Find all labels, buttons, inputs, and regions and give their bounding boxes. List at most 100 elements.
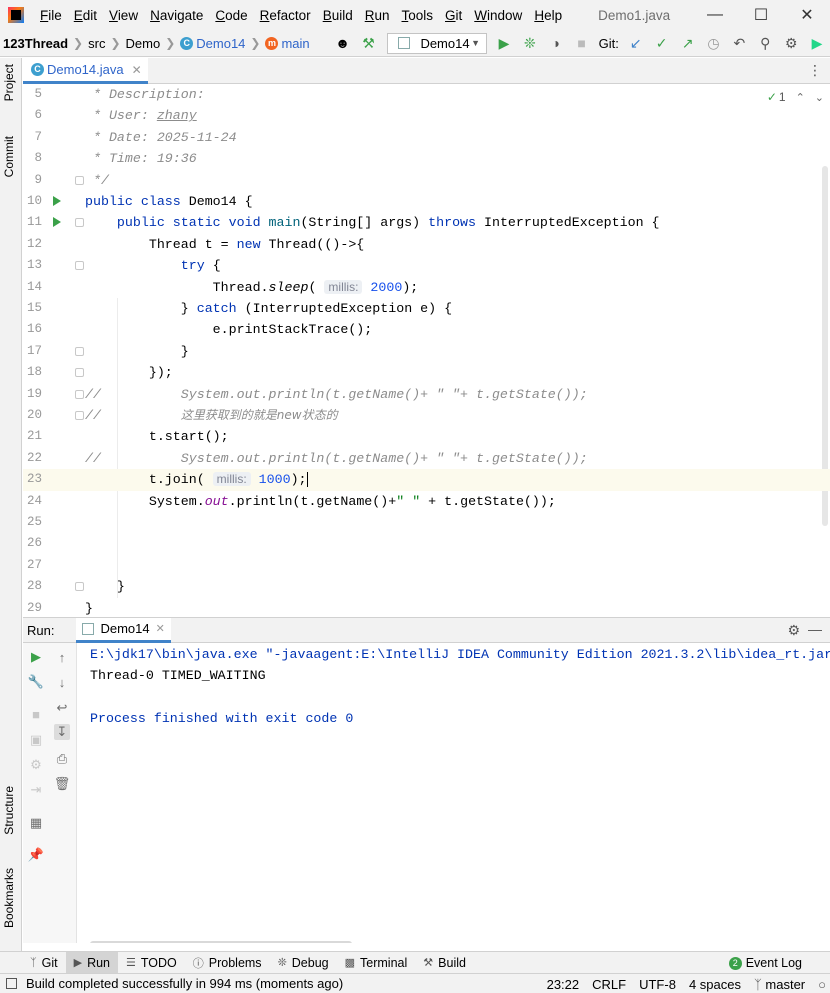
code-text: (InterruptedException e) { bbox=[244, 301, 453, 316]
arrow-down-icon[interactable]: ↓ bbox=[54, 674, 70, 690]
debug-icon[interactable]: ❊ bbox=[519, 32, 541, 54]
code-editor[interactable]: ✓ 1 ⌃ ⌄ 5 * Description: 6 * User: zhany… bbox=[23, 84, 830, 616]
user-icon[interactable]: ☻ bbox=[332, 32, 354, 54]
print-icon[interactable]: ⎙ bbox=[54, 751, 70, 767]
settings-gear-icon[interactable]: ⚙ bbox=[787, 622, 800, 639]
close-window-button[interactable]: ✕ bbox=[784, 0, 830, 30]
tool-window-run[interactable]: ▶ Run bbox=[65, 951, 118, 974]
line-number: 11 bbox=[26, 215, 42, 230]
status-message[interactable]: Build completed successfully in 994 ms (… bbox=[6, 976, 343, 991]
git-branch-widget[interactable]: ᛉ master bbox=[754, 977, 805, 992]
camera-icon[interactable]: ▣ bbox=[28, 732, 44, 748]
tool-window-git[interactable]: ᛉ Git bbox=[22, 952, 66, 974]
breadcrumb-class[interactable]: C Demo14 bbox=[180, 36, 245, 51]
file-encoding[interactable]: UTF-8 bbox=[639, 977, 676, 992]
settings-gear-icon[interactable]: ⚙ bbox=[780, 32, 802, 54]
console-line: Thread-0 TIMED_WAITING bbox=[90, 668, 266, 683]
menu-file[interactable]: File bbox=[34, 8, 68, 23]
arrow-up-icon[interactable]: ↑ bbox=[54, 649, 70, 665]
git-push-icon[interactable]: ↗ bbox=[677, 32, 699, 54]
wrench-icon[interactable]: 🔧 bbox=[28, 674, 44, 690]
coverage-icon[interactable]: ◑ bbox=[545, 32, 567, 54]
console-horizontal-scrollbar[interactable] bbox=[90, 941, 352, 943]
menu-edit[interactable]: Edit bbox=[68, 8, 103, 23]
breadcrumb-package[interactable]: Demo bbox=[126, 36, 161, 51]
console-output[interactable]: E:\jdk17\bin\java.exe "-javaagent:E:\Int… bbox=[78, 643, 830, 943]
editor-tab-demo14[interactable]: C Demo14.java ✕ bbox=[23, 58, 148, 84]
breadcrumb-src[interactable]: src bbox=[88, 36, 105, 51]
menu-view[interactable]: View bbox=[103, 8, 144, 23]
stop-icon[interactable]: ■ bbox=[571, 32, 593, 54]
stop-icon[interactable]: ■ bbox=[28, 706, 44, 722]
indent-setting[interactable]: 4 spaces bbox=[689, 977, 741, 992]
hammer-icon: ⚒ bbox=[423, 957, 434, 969]
breadcrumb-project[interactable]: 123Thread bbox=[0, 36, 68, 51]
git-update-icon[interactable]: ↙ bbox=[625, 32, 647, 54]
fold-marker-icon[interactable] bbox=[75, 261, 84, 271]
exit-icon[interactable]: ⇥ bbox=[28, 782, 44, 798]
menu-tools[interactable]: Tools bbox=[396, 8, 440, 23]
tool-window-debug[interactable]: ❊ Debug bbox=[270, 952, 337, 974]
run-gutter-icon[interactable] bbox=[53, 217, 61, 228]
fold-marker-icon[interactable] bbox=[75, 582, 84, 592]
tool-window-build[interactable]: ⚒ Build bbox=[415, 952, 474, 974]
lock-icon[interactable]: ○ bbox=[818, 977, 826, 992]
minimize-button[interactable]: — bbox=[692, 0, 738, 30]
breadcrumb-separator-icon: ❯ bbox=[165, 36, 176, 50]
code-text: main bbox=[268, 215, 301, 231]
menu-window[interactable]: Window bbox=[468, 8, 528, 23]
run-icon[interactable]: ▶ bbox=[493, 32, 515, 54]
menu-git[interactable]: Git bbox=[439, 8, 468, 23]
parameter-hint: millis: bbox=[212, 472, 251, 487]
menu-refactor[interactable]: Refactor bbox=[254, 8, 317, 23]
caret-position[interactable]: 23:22 bbox=[547, 977, 580, 992]
close-tab-icon[interactable]: ✕ bbox=[156, 622, 165, 635]
soft-wrap-icon[interactable]: ↩ bbox=[54, 700, 70, 716]
git-commit-icon[interactable]: ✓ bbox=[651, 32, 673, 54]
tool-tab-commit[interactable]: Commit bbox=[2, 136, 16, 177]
jetbrains-toolbox-icon[interactable]: ▶ bbox=[806, 32, 828, 54]
line-number: 6 bbox=[34, 108, 42, 123]
tool-window-todo[interactable]: ☰ TODO bbox=[118, 952, 185, 974]
rollback-icon[interactable]: ↶ bbox=[728, 32, 750, 54]
git-branch-icon: ᛉ bbox=[753, 976, 766, 992]
layout-icon[interactable]: ▦ bbox=[28, 815, 44, 831]
line-separator[interactable]: CRLF bbox=[592, 977, 626, 992]
run-configuration-select[interactable]: Demo14 ▼ bbox=[387, 32, 488, 54]
menu-navigate[interactable]: Navigate bbox=[144, 8, 209, 23]
search-icon[interactable]: ⚲ bbox=[754, 32, 776, 54]
pin-icon[interactable]: 📌 bbox=[28, 847, 44, 863]
breadcrumb-method[interactable]: m main bbox=[265, 36, 310, 51]
menu-run[interactable]: Run bbox=[359, 8, 396, 23]
run-tab-demo14[interactable]: Demo14 ✕ bbox=[76, 617, 171, 643]
tool-tab-structure[interactable]: Structure bbox=[2, 786, 16, 835]
run-gutter-icon[interactable] bbox=[53, 196, 61, 206]
gear-disabled-icon[interactable]: ⚙ bbox=[28, 757, 44, 773]
menu-help[interactable]: Help bbox=[528, 8, 568, 23]
tool-window-problems[interactable]: ⓘ Problems bbox=[185, 952, 270, 974]
tool-window-terminal[interactable]: ▩ Terminal bbox=[337, 952, 416, 974]
tool-tab-project[interactable]: Project bbox=[2, 64, 16, 101]
fold-marker-icon[interactable] bbox=[75, 389, 84, 399]
fold-marker-icon[interactable] bbox=[75, 411, 84, 420]
fold-marker-icon[interactable] bbox=[75, 346, 84, 356]
menu-code[interactable]: Code bbox=[209, 8, 253, 23]
trash-icon[interactable]: 🗑 bbox=[54, 776, 71, 792]
tool-tab-bookmarks[interactable]: Bookmarks bbox=[2, 868, 16, 928]
fold-marker-icon[interactable] bbox=[75, 175, 84, 185]
scroll-to-end-icon[interactable]: ↧ bbox=[54, 724, 70, 740]
navigation-bar: 123Thread ❯ src ❯ Demo ❯ C Demo14 ❯ m main… bbox=[0, 30, 830, 57]
event-log-button[interactable]: 2 Event Log bbox=[728, 952, 802, 974]
more-options-icon[interactable]: ⋮ bbox=[808, 62, 822, 79]
rerun-icon[interactable]: ▶ bbox=[28, 649, 44, 665]
minimize-panel-icon[interactable]: — bbox=[808, 621, 822, 637]
build-hammer-icon[interactable]: ⚒ bbox=[358, 32, 380, 54]
close-tab-icon[interactable]: ✕ bbox=[132, 63, 142, 77]
fold-marker-icon[interactable] bbox=[75, 218, 84, 228]
history-icon[interactable]: ◷ bbox=[703, 32, 725, 54]
fold-marker-icon[interactable] bbox=[75, 368, 84, 378]
maximize-button[interactable]: ☐ bbox=[738, 0, 784, 30]
tool-window-bar: ᛉ Git ▶ Run ☰ TODO ⓘ Problems ❊ Debug ▩ Termin… bbox=[0, 951, 830, 974]
menu-build[interactable]: Build bbox=[317, 8, 359, 23]
